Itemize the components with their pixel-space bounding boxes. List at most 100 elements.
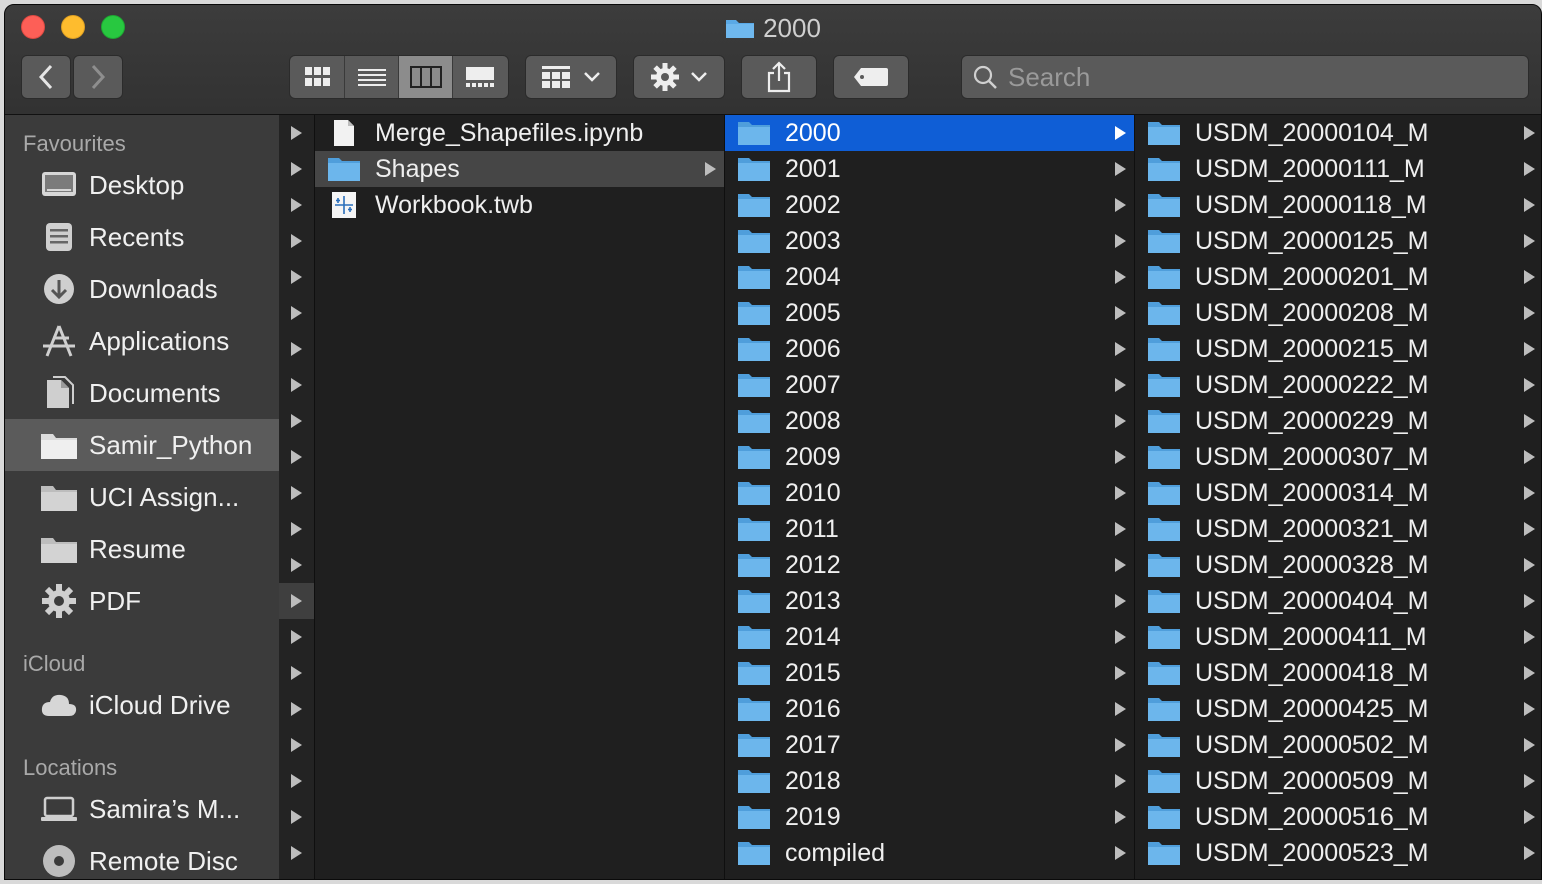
list-item[interactable]: [279, 799, 314, 835]
list-item[interactable]: [279, 619, 314, 655]
list-item[interactable]: [279, 835, 314, 871]
folder-icon: [39, 428, 79, 462]
share-button[interactable]: [741, 55, 817, 99]
list-item[interactable]: [279, 475, 314, 511]
list-item[interactable]: USDM_20000321_M: [1135, 511, 1541, 547]
list-item-selected[interactable]: 2000: [725, 115, 1134, 151]
sidebar-item-uci-assign[interactable]: UCI Assign...: [5, 471, 279, 523]
list-item[interactable]: [279, 367, 314, 403]
list-item[interactable]: USDM_20000118_M: [1135, 187, 1541, 223]
list-item[interactable]: [279, 727, 314, 763]
list-item[interactable]: 2006: [725, 331, 1134, 367]
list-item[interactable]: [279, 223, 314, 259]
sidebar-item-resume[interactable]: Resume: [5, 523, 279, 575]
list-item[interactable]: USDM_20000201_M: [1135, 259, 1541, 295]
list-item[interactable]: [279, 691, 314, 727]
list-item[interactable]: 2017: [725, 727, 1134, 763]
list-item[interactable]: USDM_20000411_M: [1135, 619, 1541, 655]
disclosure-arrow-icon: [1115, 558, 1126, 572]
tags-button[interactable]: [833, 55, 909, 99]
sidebar-item-documents[interactable]: Documents: [5, 367, 279, 419]
list-item[interactable]: USDM_20000502_M: [1135, 727, 1541, 763]
list-item[interactable]: USDM_20000222_M: [1135, 367, 1541, 403]
column-view-button[interactable]: [399, 56, 453, 98]
folder-name: USDM_20000321_M: [1195, 514, 1429, 543]
list-item[interactable]: [279, 655, 314, 691]
list-item[interactable]: 2008: [725, 403, 1134, 439]
list-item[interactable]: 2005: [725, 295, 1134, 331]
list-item[interactable]: 2015: [725, 655, 1134, 691]
list-item[interactable]: USDM_20000328_M: [1135, 547, 1541, 583]
list-item[interactable]: 2012: [725, 547, 1134, 583]
list-item[interactable]: 2007: [725, 367, 1134, 403]
list-item[interactable]: [279, 763, 314, 799]
action-button[interactable]: [633, 55, 725, 99]
sidebar-item-desktop[interactable]: Desktop: [5, 159, 279, 211]
list-item[interactable]: 2002: [725, 187, 1134, 223]
list-item[interactable]: USDM_20000509_M: [1135, 763, 1541, 799]
list-item[interactable]: 2001: [725, 151, 1134, 187]
list-item[interactable]: [279, 187, 314, 223]
disclosure-arrow-icon: [291, 414, 302, 428]
disclosure-arrow-icon: [1115, 738, 1126, 752]
list-item[interactable]: 2014: [725, 619, 1134, 655]
icon-view-button[interactable]: [291, 56, 345, 98]
list-item[interactable]: 2009: [725, 439, 1134, 475]
list-item[interactable]: [279, 547, 314, 583]
gallery-view-button[interactable]: [453, 56, 507, 98]
forward-button[interactable]: [73, 55, 123, 99]
list-item[interactable]: USDM_20000125_M: [1135, 223, 1541, 259]
list-item[interactable]: 2016: [725, 691, 1134, 727]
folder-icon: [1148, 122, 1180, 145]
sidebar-item-downloads[interactable]: Downloads: [5, 263, 279, 315]
list-item[interactable]: USDM_20000307_M: [1135, 439, 1541, 475]
search-input[interactable]: [1008, 61, 1508, 93]
list-item[interactable]: USDM_20000229_M: [1135, 403, 1541, 439]
sidebar-item-applications[interactable]: Applications: [5, 315, 279, 367]
sidebar-item-samiras-mac[interactable]: Samira’s M...: [5, 783, 279, 835]
list-item[interactable]: USDM_20000104_M: [1135, 115, 1541, 151]
list-item[interactable]: 2013: [725, 583, 1134, 619]
group-by-button[interactable]: [525, 55, 617, 99]
sidebar-item-icloud-drive[interactable]: iCloud Drive: [5, 679, 279, 731]
list-item[interactable]: [279, 331, 314, 367]
disclosure-arrow-icon: [1524, 270, 1535, 284]
list-item[interactable]: [279, 511, 314, 547]
list-item[interactable]: [279, 439, 314, 475]
list-item[interactable]: USDM_20000208_M: [1135, 295, 1541, 331]
list-item[interactable]: [279, 151, 314, 187]
list-item[interactable]: 2011: [725, 511, 1134, 547]
disclosure-arrow-icon: [291, 126, 302, 140]
list-view-button[interactable]: [345, 56, 399, 98]
list-item[interactable]: 2018: [725, 763, 1134, 799]
list-item[interactable]: 2004: [725, 259, 1134, 295]
list-item[interactable]: USDM_20000523_M: [1135, 835, 1541, 871]
list-item[interactable]: [279, 115, 314, 151]
list-item[interactable]: 2010: [725, 475, 1134, 511]
sidebar-item-recents[interactable]: Recents: [5, 211, 279, 263]
list-item[interactable]: USDM_20000404_M: [1135, 583, 1541, 619]
sidebar-item-pdf[interactable]: PDF: [5, 575, 279, 627]
list-item[interactable]: USDM_20000425_M: [1135, 691, 1541, 727]
list-item[interactable]: compiled: [725, 835, 1134, 871]
back-button[interactable]: [21, 55, 71, 99]
list-item[interactable]: [279, 403, 314, 439]
list-item[interactable]: [279, 259, 314, 295]
search-field[interactable]: [961, 55, 1529, 99]
list-item[interactable]: USDM_20000418_M: [1135, 655, 1541, 691]
list-item[interactable]: USDM_20000314_M: [1135, 475, 1541, 511]
view-mode-control[interactable]: [289, 55, 509, 99]
list-item[interactable]: Workbook.twb: [315, 187, 724, 223]
sidebar-item-remote-disc[interactable]: Remote Disc: [5, 835, 279, 879]
list-item-selected[interactable]: Shapes: [315, 151, 724, 187]
list-item[interactable]: [279, 583, 314, 619]
sidebar-item-samir-python[interactable]: Samir_Python: [5, 419, 279, 471]
list-item[interactable]: 2003: [725, 223, 1134, 259]
list-item[interactable]: USDM_20000111_M: [1135, 151, 1541, 187]
list-item[interactable]: [279, 295, 314, 331]
list-item[interactable]: USDM_20000516_M: [1135, 799, 1541, 835]
list-item[interactable]: 2019: [725, 799, 1134, 835]
list-item[interactable]: USDM_20000215_M: [1135, 331, 1541, 367]
folder-name: USDM_20000404_M: [1195, 586, 1429, 615]
list-item[interactable]: Merge_Shapefiles.ipynb: [315, 115, 724, 151]
